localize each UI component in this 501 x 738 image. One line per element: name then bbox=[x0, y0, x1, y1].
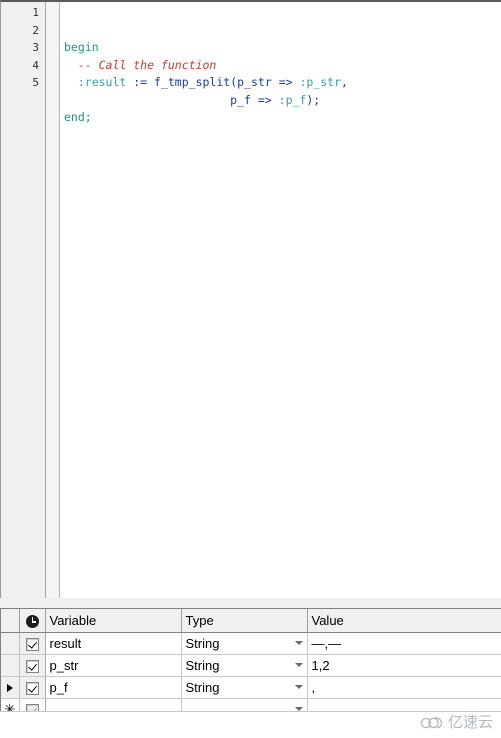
code-token: begin bbox=[64, 40, 99, 54]
code-token-param: p_str bbox=[237, 75, 272, 89]
chevron-down-icon[interactable] bbox=[294, 685, 303, 689]
cell-variable[interactable]: p_str bbox=[45, 654, 182, 677]
grid-footer-area bbox=[0, 711, 501, 738]
row-checkbox-cell[interactable] bbox=[19, 676, 46, 699]
chevron-down-icon[interactable] bbox=[294, 663, 303, 667]
cell-variable[interactable]: p_f bbox=[45, 676, 182, 699]
code-token-function: f_tmp_split bbox=[154, 75, 231, 89]
row-checkbox[interactable] bbox=[25, 681, 39, 695]
cell-type-text: String bbox=[185, 635, 220, 651]
cell-variable[interactable]: result bbox=[45, 632, 182, 655]
row-checkbox[interactable] bbox=[25, 637, 39, 651]
code-token-bind: :p_str bbox=[299, 75, 342, 89]
header-value[interactable]: Value bbox=[307, 609, 501, 633]
code-token-comment: -- Call the function bbox=[77, 57, 217, 72]
code-token: => bbox=[250, 92, 279, 107]
code-folding-margin[interactable] bbox=[46, 2, 60, 598]
header-variable[interactable]: Variable bbox=[45, 609, 182, 633]
line-number-gutter: 1 2 3 4 5 bbox=[1, 2, 46, 598]
code-token: end; bbox=[64, 110, 92, 124]
current-row-arrow-icon bbox=[6, 684, 13, 693]
code-text-area[interactable]: begin -- Call the function :result := f_… bbox=[60, 2, 501, 598]
cell-type-text: String bbox=[185, 657, 220, 673]
header-clock-column[interactable] bbox=[19, 609, 46, 633]
row-selector-cell[interactable] bbox=[1, 632, 20, 655]
chevron-down-icon[interactable] bbox=[294, 641, 303, 645]
code-token: => bbox=[271, 75, 300, 89]
line-number: 3 bbox=[32, 41, 39, 54]
clock-icon bbox=[25, 615, 39, 629]
table-row[interactable]: p_str String 1,2 bbox=[1, 654, 501, 677]
code-token: ); bbox=[306, 92, 321, 107]
cell-type[interactable]: String bbox=[181, 632, 308, 655]
sql-code-editor[interactable]: 1 2 3 4 5 begin -- Call the function :re… bbox=[0, 0, 501, 598]
table-row[interactable]: result String —,— bbox=[1, 632, 501, 655]
row-checkbox[interactable] bbox=[25, 659, 39, 673]
code-line-5: end; bbox=[64, 109, 501, 127]
cell-value[interactable]: 1,2 bbox=[307, 654, 501, 677]
row-selector-cell[interactable] bbox=[1, 654, 20, 677]
table-header: Variable Type Value bbox=[1, 609, 501, 633]
line-number: 4 bbox=[32, 58, 39, 72]
code-line-2: -- Call the function bbox=[64, 57, 501, 75]
row-selector-cell[interactable] bbox=[1, 676, 20, 699]
header-row: Variable Type Value bbox=[1, 609, 501, 633]
table-body: result String —,— p_str String 1,2 p_f S… bbox=[1, 632, 501, 721]
code-token-bind: :p_f bbox=[278, 92, 307, 107]
variables-table: Variable Type Value result String —,— p_… bbox=[1, 609, 501, 721]
cell-type[interactable]: String bbox=[181, 654, 308, 677]
code-token: , bbox=[341, 75, 348, 89]
line-number: 1 bbox=[32, 6, 39, 19]
line-number: 2 bbox=[32, 23, 39, 37]
code-token-bind: :result bbox=[77, 75, 127, 89]
code-line-3: :result := f_tmp_split(p_str => :p_str, bbox=[64, 74, 501, 92]
code-line-1: begin bbox=[64, 39, 501, 57]
cell-type-text: String bbox=[185, 679, 220, 695]
oracle-sql-developer-window: 1 2 3 4 5 begin -- Call the function :re… bbox=[0, 0, 501, 738]
row-checkbox-cell[interactable] bbox=[19, 632, 46, 655]
cell-type[interactable]: String bbox=[181, 676, 308, 699]
code-token-param: p_f bbox=[230, 92, 251, 107]
line-number: 5 bbox=[32, 76, 39, 89]
cell-value[interactable]: —,— bbox=[307, 632, 501, 655]
cell-value[interactable]: , bbox=[307, 676, 501, 699]
code-token: := bbox=[126, 75, 155, 89]
header-type[interactable]: Type bbox=[181, 609, 308, 633]
header-row-selector bbox=[1, 609, 20, 633]
code-line-4: p_f => :p_f); bbox=[64, 92, 501, 110]
table-row[interactable]: p_f String , bbox=[1, 676, 501, 699]
panel-splitter[interactable] bbox=[0, 598, 501, 608]
row-checkbox-cell[interactable] bbox=[19, 654, 46, 677]
